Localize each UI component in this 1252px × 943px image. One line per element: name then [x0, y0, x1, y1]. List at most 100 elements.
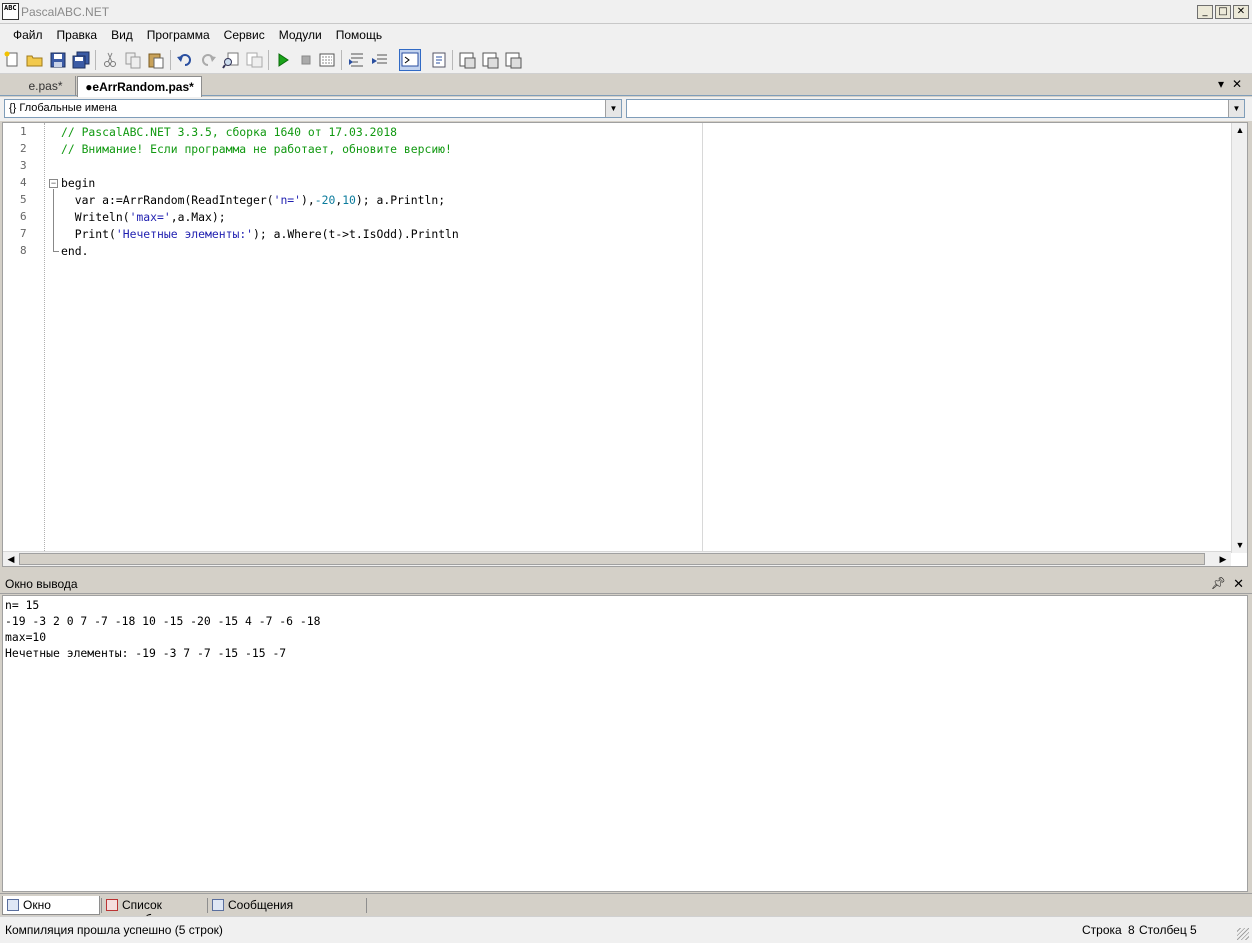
line-number-gutter: 1 2 3 4 5 6 7 8: [3, 123, 45, 553]
code-line: Writeln('max=',a.Max);: [61, 209, 226, 225]
line-number: 8: [20, 244, 27, 257]
code-token: ); a.Where(t->t.IsOdd).Println: [253, 227, 459, 241]
chevron-down-icon[interactable]: ▼: [605, 100, 621, 117]
code-token: // Внимание! Если программа не работает,…: [61, 142, 452, 156]
code-token: 'max=': [129, 210, 171, 224]
fold-toggle-icon[interactable]: −: [49, 179, 58, 188]
module-1-icon[interactable]: [458, 51, 476, 69]
output-panel-title: Окно вывода: [5, 577, 78, 591]
close-icon[interactable]: ✕: [1233, 576, 1244, 592]
chevron-down-icon[interactable]: ▼: [1228, 100, 1244, 117]
code-token: 10: [342, 193, 356, 207]
code-line: // PascalABC.NET 3.3.5, сборка 1640 от 1…: [61, 124, 397, 140]
code-token: 'Нечетные элементы:': [115, 227, 254, 241]
code-token: begin: [61, 176, 96, 190]
code-token: Print(: [61, 227, 116, 241]
stop-icon[interactable]: [297, 51, 315, 69]
row-value: 8: [1128, 923, 1135, 937]
column-label: Столбец: [1139, 923, 1187, 937]
navigation-bar: {} Глобальные имена ▼ ▼: [0, 97, 1252, 121]
fold-line: [53, 189, 54, 251]
scrollbar-thumb[interactable]: [19, 553, 1205, 565]
status-message: Компиляция прошла успешно (5 строк): [5, 923, 223, 937]
member-combo[interactable]: ▼: [626, 99, 1245, 118]
document-icon[interactable]: [430, 51, 448, 69]
menu-view[interactable]: Вид: [104, 24, 140, 46]
line-number: 5: [20, 193, 27, 206]
menu-file[interactable]: Файл: [6, 24, 50, 46]
vertical-scrollbar[interactable]: ▲ ▼: [1231, 123, 1247, 553]
compile-icon[interactable]: [318, 51, 336, 69]
tab-e-pas[interactable]: e.pas*: [16, 76, 76, 96]
status-bar: Компиляция прошла успешно (5 строк) Стро…: [0, 916, 1252, 943]
tab-compiler-messages[interactable]: Сообщения компилятора: [208, 896, 366, 926]
save-all-icon[interactable]: [72, 51, 90, 69]
menu-edit[interactable]: Правка: [50, 24, 105, 46]
code-editor[interactable]: 1 2 3 4 5 6 7 8 − // PascalABC.NET 3.3.5…: [2, 122, 1248, 567]
scroll-up-icon[interactable]: ▲: [1232, 123, 1248, 138]
output-window-icon: [7, 899, 19, 911]
module-3-icon[interactable]: [504, 51, 522, 69]
toolbar-separator: [341, 50, 342, 70]
copy-icon[interactable]: [124, 51, 142, 69]
code-token: -20: [314, 193, 336, 207]
line-number: 3: [20, 159, 27, 172]
code-line: begin: [61, 175, 95, 191]
menu-service[interactable]: Сервис: [217, 24, 272, 46]
line-number: 4: [20, 176, 27, 189]
undo-icon[interactable]: [176, 51, 194, 69]
output-panel-header: Окно вывода 📌︎ ✕: [0, 574, 1252, 594]
run-icon[interactable]: [274, 51, 292, 69]
open-folder-icon[interactable]: [26, 51, 44, 69]
code-line: Print('Нечетные элементы:'); a.Where(t->…: [61, 226, 459, 242]
toolbar-separator: [95, 50, 96, 70]
close-button[interactable]: ✕: [1233, 5, 1249, 19]
right-margin-line: [702, 123, 703, 553]
paste-icon[interactable]: [147, 51, 165, 69]
line-number: 7: [20, 227, 27, 240]
compiler-messages-icon: [212, 899, 224, 911]
cut-icon[interactable]: [101, 51, 119, 69]
redo-icon[interactable]: [199, 51, 217, 69]
toolbar-separator: [268, 50, 269, 70]
tab-output-window[interactable]: Окно вывода: [2, 896, 100, 926]
minimize-button[interactable]: _: [1197, 5, 1213, 19]
tab-error-list[interactable]: Список ошибок: [102, 896, 206, 926]
horizontal-scrollbar[interactable]: ◀ ▶: [3, 551, 1231, 566]
scrollbar-track: [1233, 138, 1246, 538]
toolbar: [0, 46, 1252, 74]
step-over-icon[interactable]: [371, 51, 389, 69]
tab-earrrandom-pas[interactable]: ●eArrRandom.pas*: [77, 76, 202, 97]
new-file-icon[interactable]: [3, 51, 21, 69]
scroll-left-icon[interactable]: ◀: [3, 552, 19, 567]
console-icon[interactable]: [399, 49, 421, 71]
menu-help[interactable]: Помощь: [329, 24, 389, 46]
code-token: Writeln(: [61, 210, 130, 224]
output-window[interactable]: n= 15 -19 -3 2 0 7 -7 -18 10 -15 -20 -15…: [2, 595, 1248, 892]
code-token: ); a.Println;: [355, 193, 446, 207]
resize-grip-icon[interactable]: [1237, 928, 1249, 940]
step-into-icon[interactable]: [348, 51, 366, 69]
menu-modules[interactable]: Модули: [272, 24, 329, 46]
tabs-dropdown-icon[interactable]: ▾: [1218, 77, 1224, 91]
scroll-down-icon[interactable]: ▼: [1232, 538, 1248, 553]
scope-combo-value: {} Глобальные имена: [9, 102, 117, 114]
code-token: end.: [61, 244, 89, 258]
code-token: var a:=ArrRandom(ReadInteger(: [61, 193, 274, 207]
maximize-button[interactable]: □: [1215, 5, 1231, 19]
tab-close-icon[interactable]: ✕: [1232, 77, 1242, 91]
scope-combo[interactable]: {} Глобальные имена ▼: [4, 99, 622, 118]
menu-program[interactable]: Программа: [140, 24, 217, 46]
menu-bar: Файл Правка Вид Программа Сервис Модули …: [0, 24, 1252, 46]
scroll-right-icon[interactable]: ▶: [1215, 552, 1231, 567]
find-icon[interactable]: [222, 51, 240, 69]
replace-icon[interactable]: [245, 51, 263, 69]
save-icon[interactable]: [49, 51, 67, 69]
fold-end: [53, 251, 59, 252]
column-value: 5: [1190, 923, 1197, 937]
toolbar-separator: [170, 50, 171, 70]
module-2-icon[interactable]: [481, 51, 499, 69]
pin-icon[interactable]: 📌︎: [1211, 576, 1226, 590]
code-token: 'n=': [273, 193, 302, 207]
code-token: ),: [301, 193, 315, 207]
